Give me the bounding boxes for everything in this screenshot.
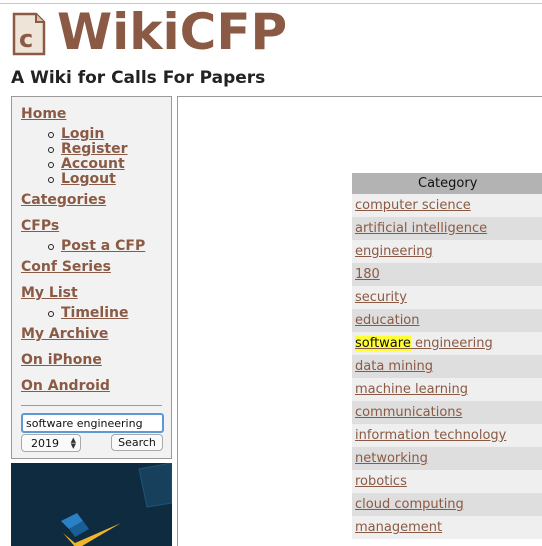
nav-categories[interactable]: Categories <box>21 192 106 208</box>
category-row: robotics <box>352 470 542 493</box>
category-label: data mining <box>355 359 434 374</box>
category-link[interactable]: information technology <box>355 428 506 443</box>
search-highlight: software <box>355 336 411 351</box>
category-row: data mining <box>352 355 542 378</box>
category-row: communications <box>352 401 542 424</box>
category-row: engineering <box>352 240 542 263</box>
nav-on-android[interactable]: On Android <box>21 378 110 394</box>
year-select[interactable]: 2019 ▲ ▼ <box>21 434 81 452</box>
category-label: engineering <box>410 336 493 351</box>
category-row: artificial intelligence <box>352 217 542 240</box>
logo-letter: c <box>19 25 33 53</box>
category-label: artificial intelligence <box>355 221 488 236</box>
ad-graphic <box>11 463 172 546</box>
category-link[interactable]: engineering <box>355 244 433 259</box>
category-label: robotics <box>355 474 407 489</box>
category-label: 180 <box>355 267 380 282</box>
category-link[interactable]: 180 <box>355 267 380 282</box>
category-row: software engineering <box>352 332 542 355</box>
category-link[interactable]: robotics <box>355 474 407 489</box>
nav-cfps[interactable]: CFPs <box>21 218 59 234</box>
category-link[interactable]: education <box>355 313 420 328</box>
bullet <box>48 244 54 250</box>
nav-post-cfp[interactable]: Post a CFP <box>61 238 145 254</box>
search-button[interactable]: Search <box>111 434 163 451</box>
category-row: networking <box>352 447 542 470</box>
category-label: computer science <box>355 198 471 213</box>
category-row: computer science <box>352 194 542 217</box>
nav-home[interactable]: Home <box>21 106 66 122</box>
category-link[interactable]: security <box>355 290 407 305</box>
bullet <box>48 162 54 168</box>
site-tagline: A Wiki for Calls For Papers <box>11 68 266 88</box>
category-row: machine learning <box>352 378 542 401</box>
category-link[interactable]: artificial intelligence <box>355 221 487 236</box>
nav-my-archive[interactable]: My Archive <box>21 326 108 342</box>
category-label: communications <box>355 405 463 420</box>
category-table: Category computer science artificial inte… <box>352 173 542 539</box>
nav-conf-series[interactable]: Conf Series <box>21 259 111 275</box>
sidebar: Home Login Register Account Logout Categ… <box>11 96 172 459</box>
category-rows: computer science artificial intelligence e… <box>352 194 542 539</box>
category-row: 180 <box>352 263 542 286</box>
document-logo-icon: c <box>12 12 46 56</box>
bullet <box>48 132 54 138</box>
category-label: security <box>355 290 407 305</box>
category-header: Category <box>352 173 542 194</box>
category-link[interactable]: software engineering <box>355 336 493 351</box>
category-row: cloud computing <box>352 493 542 516</box>
category-label: management <box>355 520 443 535</box>
nav-my-list[interactable]: My List <box>21 285 78 301</box>
search-divider <box>21 405 162 406</box>
category-row: education <box>352 309 542 332</box>
category-link[interactable]: machine learning <box>355 382 468 397</box>
nav-account[interactable]: Account <box>61 156 125 172</box>
advertisement-banner[interactable] <box>11 463 172 546</box>
search-input[interactable] <box>21 413 164 433</box>
nav-on-iphone[interactable]: On iPhone <box>21 352 102 368</box>
bullet <box>48 177 54 183</box>
category-link[interactable]: networking <box>355 451 428 466</box>
category-link[interactable]: management <box>355 520 442 535</box>
logo-text: WikiCFP <box>57 3 288 61</box>
nav-login[interactable]: Login <box>61 126 104 142</box>
category-link[interactable]: communications <box>355 405 462 420</box>
category-row: information technology <box>352 424 542 447</box>
nav-logout[interactable]: Logout <box>61 171 116 187</box>
site-logo[interactable]: c WikiCFP <box>10 3 287 64</box>
category-link[interactable]: computer science <box>355 198 471 213</box>
category-row: management <box>352 516 542 539</box>
nav-timeline[interactable]: Timeline <box>61 305 129 321</box>
category-label: cloud computing <box>355 497 464 512</box>
category-row: security <box>352 286 542 309</box>
category-link[interactable]: data mining <box>355 359 433 374</box>
bullet <box>48 311 54 317</box>
category-label: engineering <box>355 244 433 259</box>
nav-register[interactable]: Register <box>61 141 128 157</box>
category-label: networking <box>355 451 428 466</box>
category-link[interactable]: cloud computing <box>355 497 464 512</box>
year-select-value: 2019 <box>31 436 59 450</box>
category-label: machine learning <box>355 382 469 397</box>
category-label: information technology <box>355 428 507 443</box>
bullet <box>48 147 54 153</box>
select-arrows-icon: ▲ ▼ <box>70 436 76 450</box>
category-label: education <box>355 313 420 328</box>
